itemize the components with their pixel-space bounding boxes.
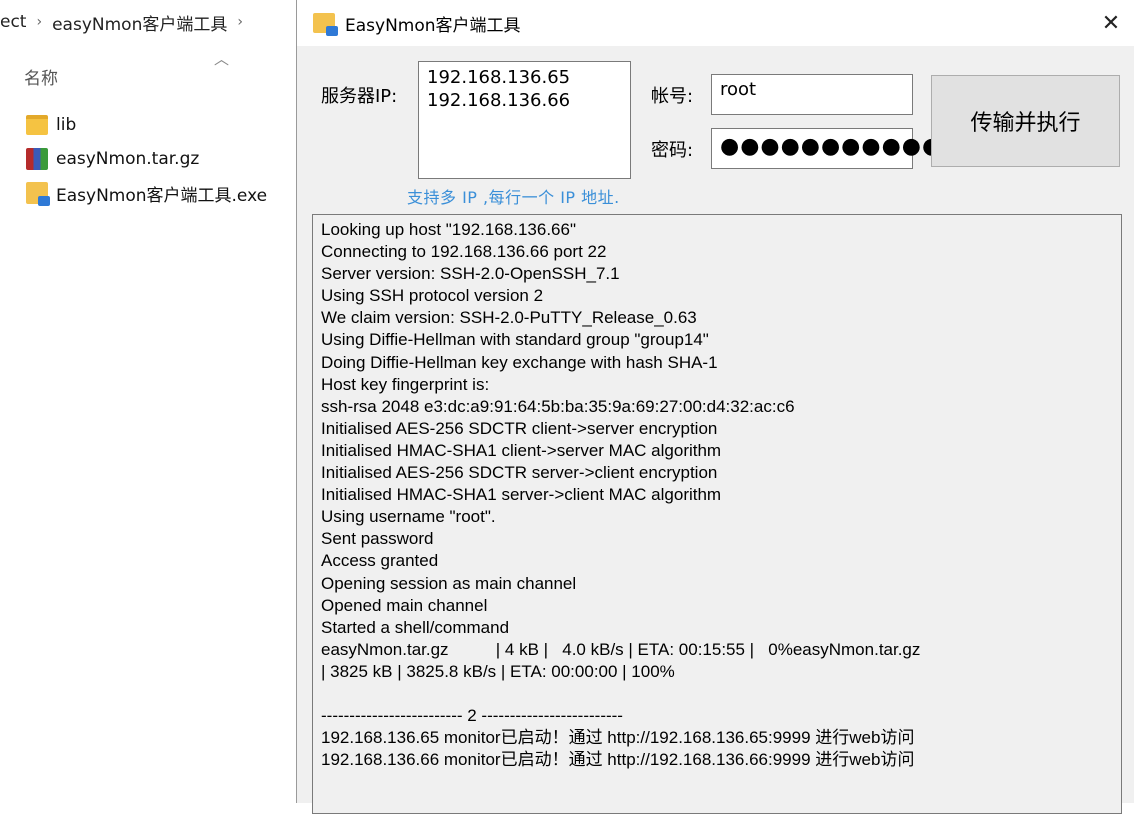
file-item-exe[interactable]: EasyNmon客户端工具.exe xyxy=(26,176,267,210)
log-line: Access granted xyxy=(321,551,439,571)
log-line: Using username "root". xyxy=(321,507,496,527)
close-button[interactable]: ✕ xyxy=(1088,0,1134,46)
app-icon xyxy=(313,13,338,36)
file-list: lib easyNmon.tar.gz EasyNmon客户端工具.exe xyxy=(26,108,267,210)
file-explorer-pane: ect › easyNmon客户端工具 › ︿ 名称 lib easyNmon.… xyxy=(0,0,296,803)
chevron-right-icon: › xyxy=(36,14,43,30)
close-icon: ✕ xyxy=(1101,10,1121,36)
log-line: Initialised AES-256 SDCTR server->client… xyxy=(321,463,718,483)
log-line: Initialised HMAC-SHA1 server->client MAC… xyxy=(321,485,722,505)
log-line: We claim version: SSH-2.0-PuTTY_Release_… xyxy=(321,308,697,328)
ip-hint-text: 支持多 IP ,每行一个 IP 地址. xyxy=(407,188,620,207)
log-line: easyNmon.tar.gz | 4 kB | 4.0 kB/s | ETA:… xyxy=(321,639,921,659)
log-line: Server version: SSH-2.0-OpenSSH_7.1 xyxy=(321,264,620,284)
log-line: Connecting to 192.168.136.66 port 22 xyxy=(321,242,607,262)
log-line: 192.168.136.65 monitor已启动！通过 http://192.… xyxy=(321,728,915,748)
password-input[interactable]: ●●●●●●●●●●● xyxy=(711,128,941,169)
log-line: 192.168.136.66 monitor已启动！通过 http://192.… xyxy=(321,750,915,770)
log-line: Looking up host "192.168.136.66" xyxy=(321,220,576,239)
log-line: Opening session as main channel xyxy=(321,573,577,593)
chevron-right-icon[interactable]: › xyxy=(237,14,243,30)
folder-icon xyxy=(26,115,48,135)
log-line: Initialised HMAC-SHA1 client->server MAC… xyxy=(321,440,722,460)
account-label: 帐号: xyxy=(651,86,694,107)
file-item-lib[interactable]: lib xyxy=(26,108,267,142)
log-line: Doing Diffie-Hellman key exchange with h… xyxy=(321,352,718,372)
rar-archive-icon xyxy=(26,148,48,170)
sort-ascending-icon[interactable]: ︿ xyxy=(214,48,229,69)
breadcrumb-item-parent[interactable]: ect xyxy=(0,12,26,32)
log-line: ------------------------- 2 ------------… xyxy=(321,706,623,726)
server-ip-label: 服务器IP: xyxy=(321,86,398,107)
easynmon-dialog: EasyNmon客户端工具 ✕ 服务器IP: 192.168.136.65 19… xyxy=(296,0,1134,814)
log-line: Opened main channel xyxy=(321,595,488,615)
file-item-archive[interactable]: easyNmon.tar.gz xyxy=(26,142,267,176)
breadcrumb: ect › easyNmon客户端工具 › xyxy=(0,0,296,44)
log-line: Using Diffie-Hellman with standard group… xyxy=(321,330,709,350)
log-line: Host key fingerprint is: xyxy=(321,374,490,394)
exe-app-icon xyxy=(26,182,50,206)
password-label: 密码: xyxy=(651,140,694,161)
log-line: ssh-rsa 2048 e3:dc:a9:91:64:5b:ba:35:9a:… xyxy=(321,396,795,416)
transfer-and-execute-button[interactable]: 传输并执行 xyxy=(931,75,1120,167)
file-name: lib xyxy=(56,115,77,135)
log-line: Started a shell/command xyxy=(321,617,510,637)
log-line: Using SSH protocol version 2 xyxy=(321,286,544,306)
log-line: | 3825 kB | 3825.8 kB/s | ETA: 00:00:00 … xyxy=(321,661,675,681)
log-line: Initialised AES-256 SDCTR client->server… xyxy=(321,418,718,438)
server-ip-textarea[interactable]: 192.168.136.65 192.168.136.66 xyxy=(418,61,631,179)
window-title: EasyNmon客户端工具 xyxy=(345,15,521,36)
breadcrumb-item-current[interactable]: easyNmon客户端工具 xyxy=(52,10,227,35)
column-header-name[interactable]: 名称 xyxy=(24,64,58,89)
account-input[interactable]: root xyxy=(711,74,913,115)
title-bar[interactable]: EasyNmon客户端工具 ✕ xyxy=(297,0,1134,46)
file-name: EasyNmon客户端工具.exe xyxy=(56,185,268,206)
file-name: easyNmon.tar.gz xyxy=(56,149,200,169)
log-output-textarea[interactable]: Looking up host "192.168.136.66" Connecti… xyxy=(312,214,1122,814)
log-line: Sent password xyxy=(321,529,434,549)
